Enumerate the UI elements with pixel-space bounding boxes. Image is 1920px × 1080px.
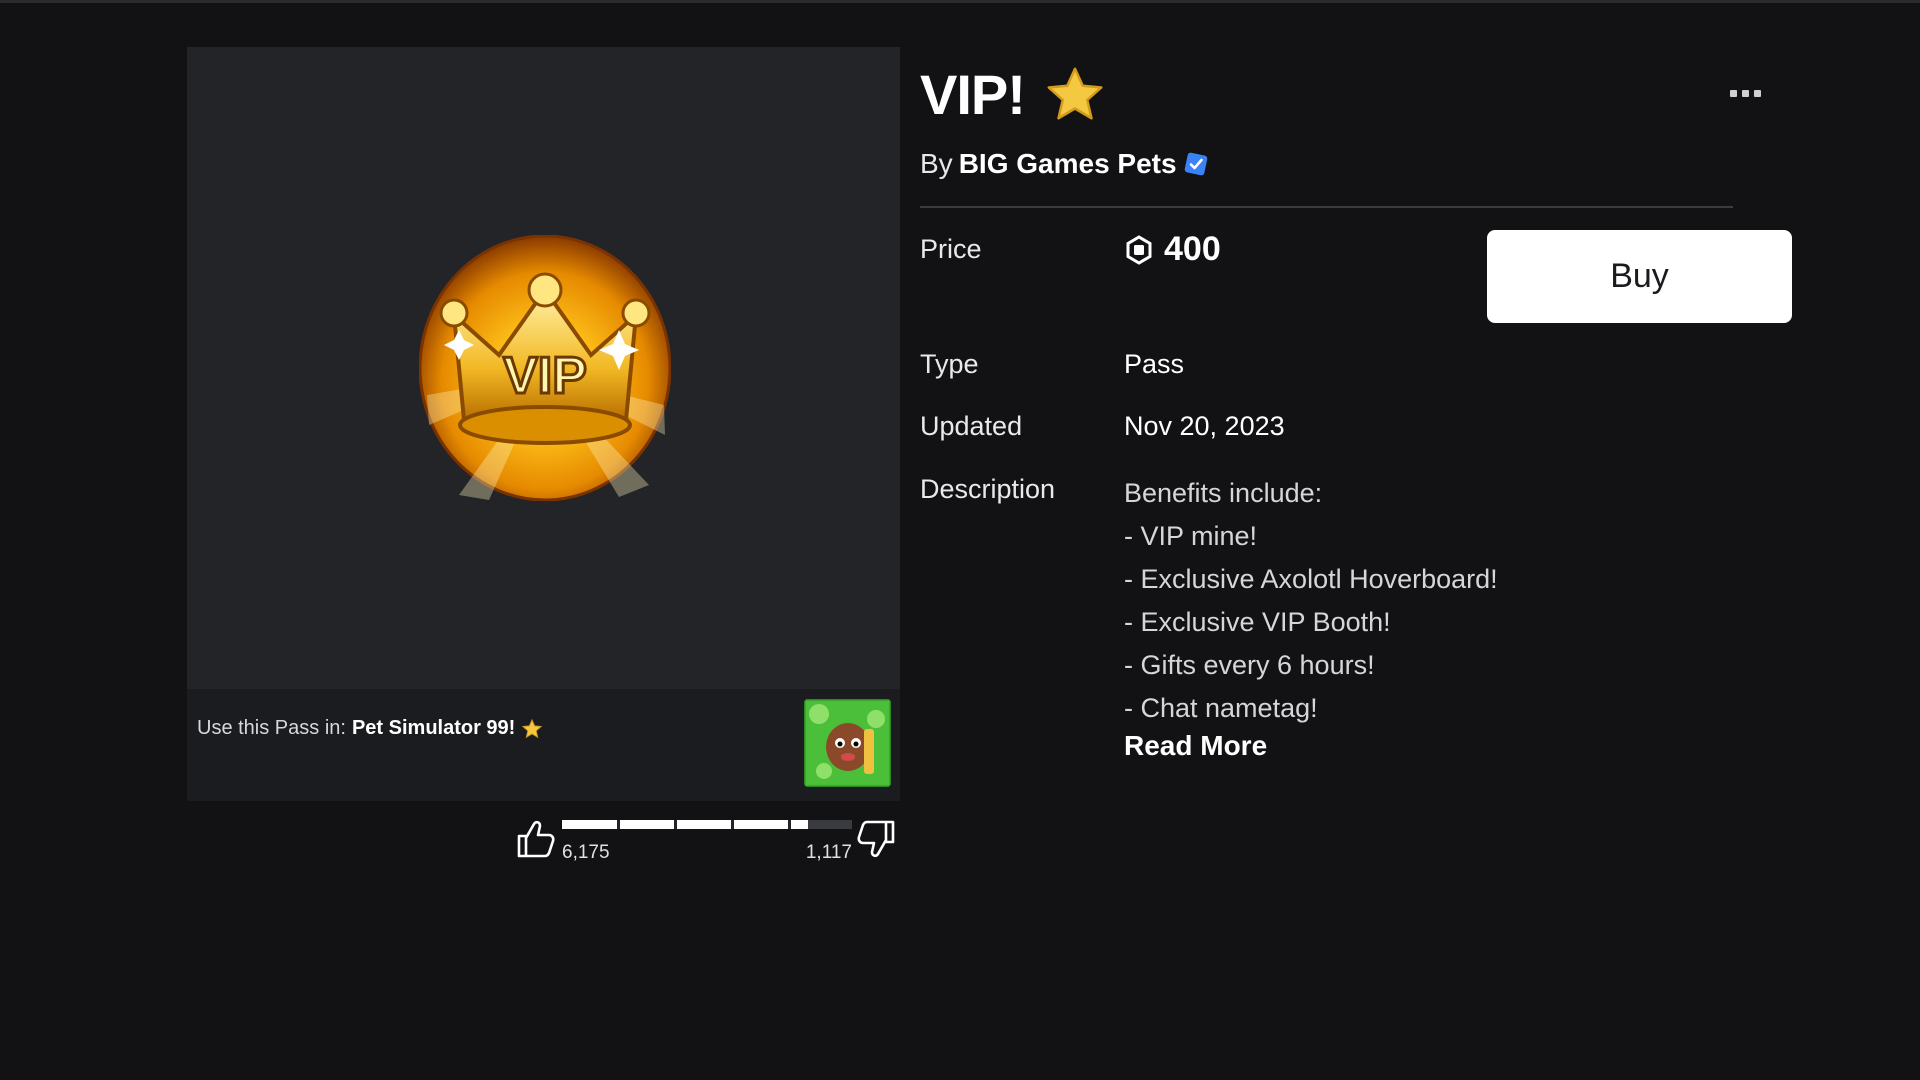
vip-crown-badge-image: VIP — [419, 235, 671, 501]
description-label: Description — [920, 474, 1056, 504]
star-icon — [1047, 67, 1103, 119]
more-dot — [1754, 90, 1761, 97]
thumbs-down-icon[interactable] — [855, 818, 897, 860]
use-in-prefix: Use this Pass in: — [197, 717, 346, 739]
buy-button[interactable]: Buy — [1487, 230, 1792, 323]
vote-separator — [788, 820, 791, 829]
creator-name-link[interactable]: BIG Games Pets — [959, 148, 1177, 180]
description-line: - Chat nametag! — [1124, 693, 1318, 723]
creator-prefix: By — [920, 148, 953, 179]
badge-vip-text: VIP — [503, 347, 587, 405]
downvote-count: 1,117 — [805, 842, 852, 863]
price-value: 400 — [1124, 230, 1221, 269]
more-dot — [1730, 90, 1737, 97]
read-more-link[interactable]: Read More — [1124, 730, 1267, 762]
price-amount: 400 — [1164, 230, 1221, 268]
creator-row: By BIG Games Pets — [920, 148, 1209, 180]
item-title: VIP! — [920, 63, 1026, 126]
robux-icon — [1126, 234, 1152, 265]
star-icon — [522, 718, 543, 738]
item-thumbnail-card: VIP Use this Pass in: Pet Simulator 99! — [187, 47, 900, 801]
verified-badge-icon — [1184, 152, 1207, 176]
vote-separator — [617, 820, 620, 829]
description-text: Benefits include: - VIP mine! - Exclusiv… — [1124, 472, 1498, 730]
use-in-game-bar: Use this Pass in: Pet Simulator 99! — [187, 689, 900, 801]
more-options-button[interactable] — [1730, 86, 1764, 100]
description-line: - Gifts every 6 hours! — [1124, 650, 1375, 680]
description-line: - Exclusive VIP Booth! — [1124, 607, 1391, 637]
game-thumbnail[interactable] — [804, 699, 891, 787]
vote-ratio-track — [562, 820, 852, 829]
item-thumbnail: VIP — [187, 47, 900, 689]
vote-separator — [731, 820, 734, 829]
vote-bar: 6,175 1,117 — [515, 812, 900, 868]
vote-ratio-fill — [562, 820, 808, 829]
more-dot — [1742, 90, 1749, 97]
thumbs-up-icon[interactable] — [515, 818, 557, 860]
item-title-row: VIP! — [920, 62, 1105, 127]
top-border — [0, 0, 1920, 3]
type-value: Pass — [1124, 349, 1185, 379]
vote-separator — [674, 820, 677, 829]
updated-label: Updated — [920, 411, 1023, 441]
description-line: Benefits include: — [1124, 478, 1323, 508]
updated-value: Nov 20, 2023 — [1124, 411, 1285, 441]
description-line: - Exclusive Axolotl Hoverboard! — [1124, 564, 1498, 594]
game-name-link[interactable]: Pet Simulator 99! — [352, 717, 515, 740]
price-label: Price — [920, 234, 982, 264]
description-line: - VIP mine! — [1124, 521, 1258, 551]
upvote-count: 6,175 — [562, 842, 610, 863]
header-divider — [920, 206, 1733, 208]
type-label: Type — [920, 349, 979, 379]
use-in-game-text: Use this Pass in: Pet Simulator 99! — [197, 717, 543, 740]
